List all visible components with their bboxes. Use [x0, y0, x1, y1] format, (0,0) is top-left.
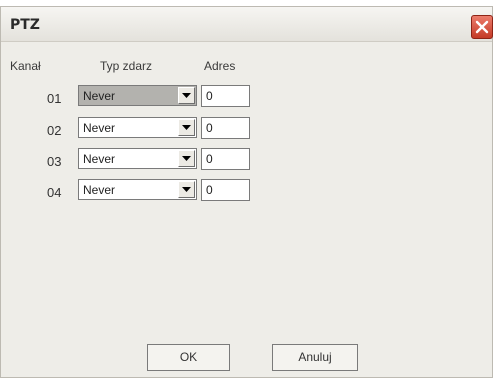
channel-number: 01	[47, 91, 62, 106]
event-type-value: Never	[83, 152, 116, 166]
address-column-header: Adres	[204, 59, 236, 73]
channel-row-04: 04 Never	[1, 179, 301, 203]
channel-column-header: Kanał	[10, 59, 41, 73]
cancel-button[interactable]: Anuluj	[272, 344, 358, 371]
event-type-column-header: Typ zdarz	[100, 59, 153, 73]
event-type-value: Never	[83, 183, 116, 197]
address-input-01[interactable]	[201, 85, 250, 107]
dropdown-button[interactable]	[178, 119, 195, 136]
chevron-down-icon	[182, 93, 191, 98]
channel-row-02: 02 Never	[1, 117, 301, 141]
event-type-select-01[interactable]: Never	[78, 85, 197, 106]
dropdown-button[interactable]	[178, 150, 195, 167]
chevron-down-icon	[182, 156, 191, 161]
dropdown-button[interactable]	[178, 181, 195, 198]
chevron-down-icon	[182, 125, 191, 130]
chevron-down-icon	[182, 187, 191, 192]
channel-number: 04	[47, 185, 62, 200]
window-title: PTZ	[10, 17, 40, 33]
ptz-dialog: PTZ Kanał Typ zdarz Adres 01 Never 02 Ne…	[0, 6, 493, 378]
event-type-select-04[interactable]: Never	[78, 179, 197, 200]
close-button[interactable]	[471, 15, 493, 39]
channel-number: 03	[47, 154, 62, 169]
event-type-value: Never	[83, 89, 116, 103]
event-type-select-03[interactable]: Never	[78, 148, 197, 169]
event-type-select-02[interactable]: Never	[78, 117, 197, 138]
channel-row-03: 03 Never	[1, 148, 301, 172]
address-input-04[interactable]	[201, 179, 250, 201]
ok-button[interactable]: OK	[147, 344, 230, 371]
address-input-02[interactable]	[201, 117, 250, 139]
channel-row-01: 01 Never	[1, 85, 301, 109]
event-type-value: Never	[83, 121, 116, 135]
close-icon	[475, 20, 489, 34]
channel-number: 02	[47, 123, 62, 138]
dropdown-button[interactable]	[178, 87, 195, 104]
title-bar[interactable]: PTZ	[1, 7, 493, 42]
address-input-03[interactable]	[201, 148, 250, 170]
